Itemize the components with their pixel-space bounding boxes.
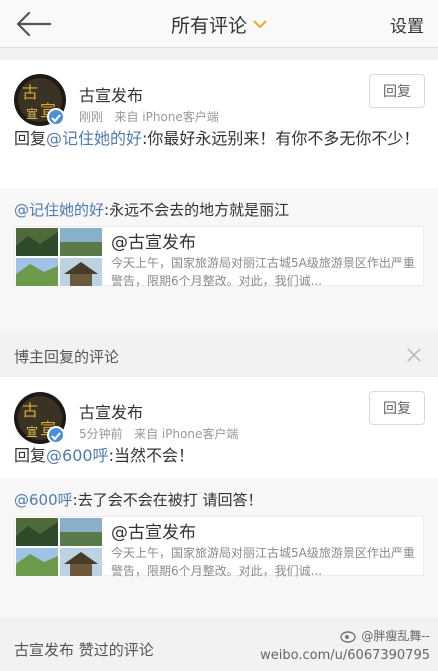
section-title: 博主回复的评论 <box>14 348 120 366</box>
reply-button[interactable]: 回复 <box>369 391 425 425</box>
post-thumbnail-image <box>16 518 102 576</box>
watermark-url: weibo.com/u/6067390795 <box>260 648 430 663</box>
quoted-body: :永远不会去的地方就是丽江 <box>104 201 290 219</box>
section-header-blogger-replies: 博主回复的评论 <box>0 334 438 376</box>
verified-icon <box>47 426 65 444</box>
mention-link[interactable]: @记住她的好 <box>46 129 142 148</box>
quoted-comment[interactable]: @记住她的好:永远不会去的地方就是丽江 @古宣发布 今天上午，国家旅游局对丽江古… <box>0 188 438 332</box>
comment-source: 来自 iPhone客户端 <box>114 110 219 124</box>
quoted-body: :去了会不会在被打 请回答！ <box>72 491 263 509</box>
quoted-comment[interactable]: @600呼:去了会不会在被打 请回答！ @古宣发布 今天上午，国家旅游局对丽江古… <box>0 478 438 617</box>
section-title: 古宣发布 赞过的评论 <box>14 641 154 659</box>
mention-link[interactable]: @600呼 <box>46 446 109 465</box>
svg-text:古: 古 <box>22 83 38 102</box>
chevron-down-icon <box>253 20 267 29</box>
settings-button[interactable]: 设置 <box>390 12 424 37</box>
back-arrow-icon <box>16 11 52 37</box>
svg-text:宣: 宣 <box>26 106 38 121</box>
shared-post-description: 今天上午，国家旅游局对丽江古城5A级旅游景区作出严重警告，限期6个月整改。对此，… <box>111 256 415 288</box>
post-thumbnail-image <box>16 228 102 286</box>
shared-post-description: 今天上午，国家旅游局对丽江古城5A级旅游景区作出严重警告，限期6个月整改。对此，… <box>111 546 415 578</box>
close-icon[interactable] <box>406 347 422 363</box>
mention-link[interactable]: @记住她的好 <box>14 201 104 219</box>
reply-body: :当然不会！ <box>108 446 194 465</box>
comment-meta: 5分钟前 来自 iPhone客户端 <box>79 425 238 442</box>
comment-card: 古 宣 宣 古宣发布 刚刚 来自 iPhone客户端 回复 回复@记住她的好:你… <box>0 60 438 332</box>
comment-card: 古 宣 宣 古宣发布 5分钟前 来自 iPhone客户端 回复 回复@600呼:… <box>0 377 438 617</box>
comment-meta: 刚刚 来自 iPhone客户端 <box>79 108 219 125</box>
reply-prefix: 回复 <box>14 446 47 465</box>
reply-button[interactable]: 回复 <box>369 74 425 108</box>
back-button[interactable] <box>14 8 54 40</box>
shared-post-card[interactable]: @古宣发布 今天上午，国家旅游局对丽江古城5A级旅游景区作出严重警告，限期6个月… <box>14 226 424 288</box>
reply-prefix: 回复 <box>14 129 47 148</box>
comment-time: 刚刚 <box>79 110 104 124</box>
comment-filter-dropdown[interactable]: 所有评论 <box>171 11 267 38</box>
shared-post-card[interactable]: @古宣发布 今天上午，国家旅游局对丽江古城5A级旅游景区作出严重警告，限期6个月… <box>14 516 424 578</box>
mention-link[interactable]: @600呼 <box>14 491 73 509</box>
author-name[interactable]: 古宣发布 <box>79 399 143 423</box>
svg-text:宣: 宣 <box>26 424 38 439</box>
reply-text: 回复@记住她的好:你最好永远别来！有你不多无你不少！ <box>14 126 424 152</box>
quoted-text: @600呼:去了会不会在被打 请回答！ <box>14 489 262 510</box>
quoted-text: @记住她的好:永远不会去的地方就是丽江 <box>14 199 289 220</box>
svg-text:古: 古 <box>22 401 38 420</box>
watermark-handle-text: @胖瘦乱舞-- <box>361 629 430 643</box>
reply-body: :你最好永远别来！有你不多无你不少！ <box>142 129 420 148</box>
page-title: 所有评论 <box>170 14 247 37</box>
comment-time: 5分钟前 <box>79 427 123 441</box>
nav-bar: 所有评论 设置 <box>0 0 438 48</box>
comment-source: 来自 iPhone客户端 <box>134 427 239 441</box>
watermark-handle: @胖瘦乱舞-- <box>339 627 430 644</box>
shared-post-title: @古宣发布 <box>111 233 196 253</box>
verified-icon <box>47 108 65 126</box>
weibo-eye-icon <box>340 630 357 643</box>
author-name[interactable]: 古宣发布 <box>79 82 143 106</box>
shared-post-title: @古宣发布 <box>111 523 196 543</box>
reply-text: 回复@600呼:当然不会！ <box>14 443 424 469</box>
